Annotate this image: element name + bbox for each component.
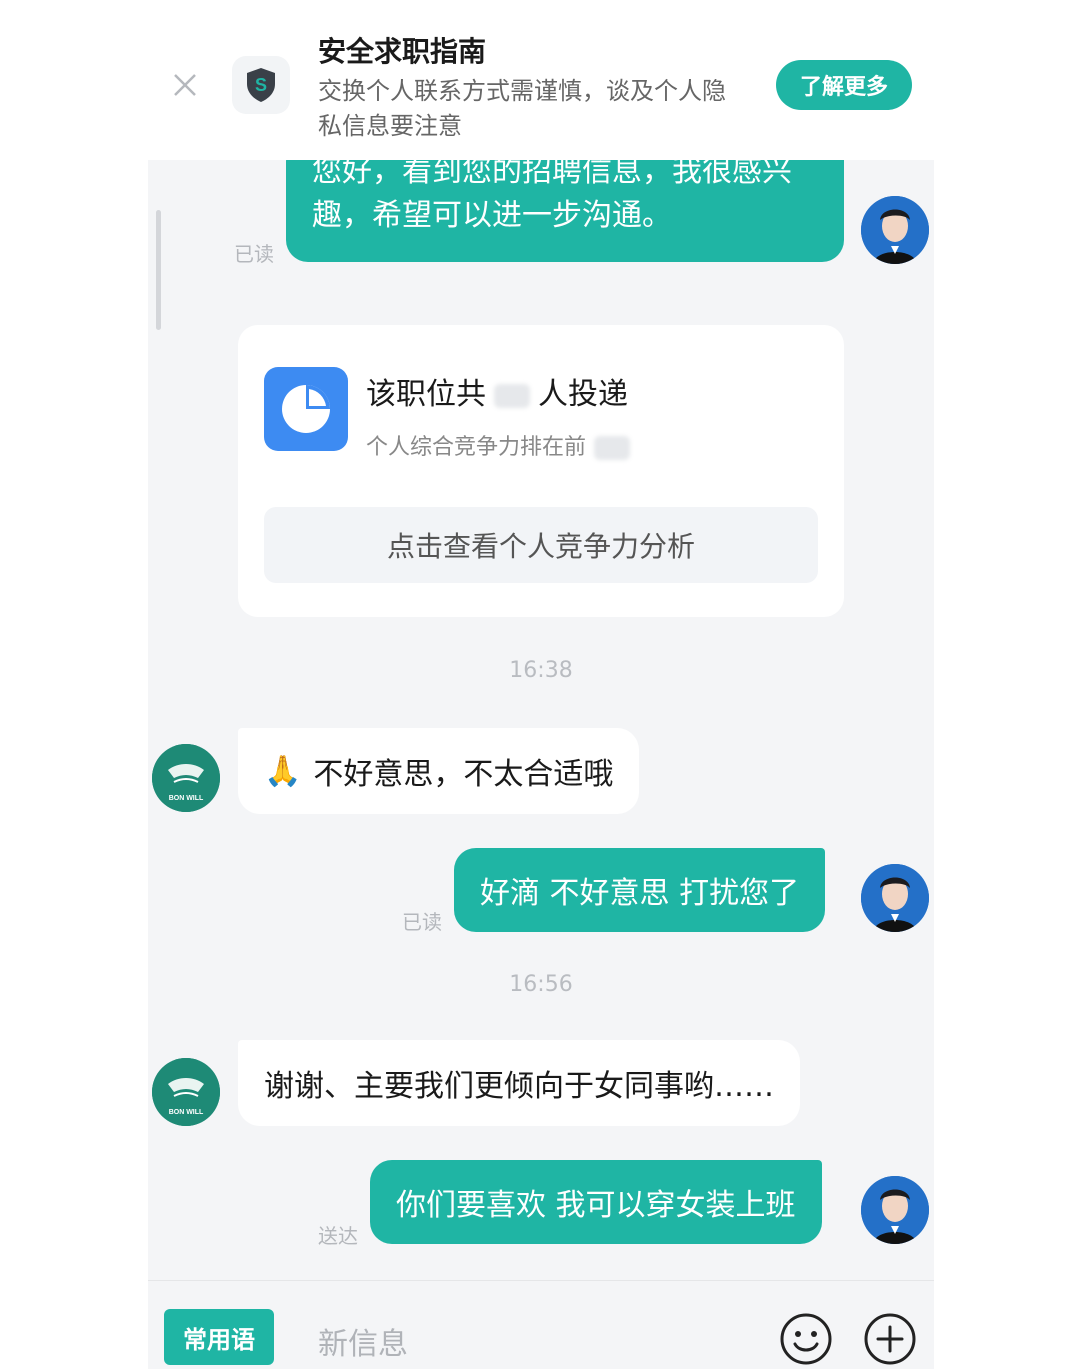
card-title-suffix: 人投递 [538, 377, 628, 412]
smile-icon[interactable] [778, 1311, 834, 1367]
message-bubble-received: 🙏 不好意思，不太合适哦 [238, 728, 640, 814]
avatar[interactable] [861, 864, 929, 932]
learn-more-button[interactable]: 了解更多 [776, 60, 912, 110]
card-subtitle: 个人综合竞争力排在前 [366, 429, 638, 461]
message-bubble-sent: 好滴 不好意思 打扰您了 [454, 848, 826, 932]
delivered-status: 送达 [318, 1224, 358, 1248]
message-text: 不好意思，不太合适哦 [313, 757, 614, 792]
message-bubble-received: 谢谢、主要我们更倾向于女同事哟…… [238, 1040, 800, 1126]
plus-icon[interactable] [862, 1311, 918, 1367]
message-bubble-sent: 你们要喜欢 我可以穿女装上班 [370, 1160, 822, 1244]
pray-emoji-icon: 🙏 [264, 753, 302, 789]
read-status: 已读 [402, 910, 442, 934]
card-title-prefix: 该职位共 [366, 377, 486, 412]
banner-description: 交换个人联系方式需谨慎，谈及个人隐私信息要注意 [318, 77, 726, 140]
blurred-count [494, 383, 530, 408]
close-icon[interactable] [170, 70, 200, 100]
message-input[interactable]: 新信息 [318, 1319, 738, 1363]
hr-avatar[interactable]: BON WILL [152, 1058, 220, 1126]
hr-avatar-text: BON WILL [169, 1109, 204, 1116]
timestamp: 16:38 [509, 658, 573, 683]
svg-text:S: S [255, 75, 267, 95]
competitiveness-analysis-button[interactable]: 点击查看个人竞争力分析 [264, 507, 818, 583]
avatar[interactable] [861, 1176, 929, 1244]
card-subtitle-text: 个人综合竞争力排在前 [366, 435, 587, 460]
message-text: 好滴 不好意思 打扰您了 [480, 876, 800, 911]
timestamp: 16:56 [509, 972, 573, 997]
competitiveness-card: 该职位共 人投递 个人综合竞争力排在前 点击查看个人竞争力分析 [238, 325, 844, 617]
hr-avatar[interactable]: BON WILL [152, 744, 220, 812]
message-bubble-sent: 您好，看到您的招聘信息，我很感兴 趣，希望可以进一步沟通。 [286, 160, 844, 262]
safety-banner: S 安全求职指南 交换个人联系方式需谨慎，谈及个人隐私信息要注意 了解更多 [0, 0, 1080, 160]
message-text: 谢谢、主要我们更倾向于女同事哟…… [264, 1069, 774, 1104]
pie-chart-icon [264, 367, 348, 451]
scrollbar[interactable] [156, 210, 161, 330]
read-status: 已读 [234, 242, 274, 266]
chat-area[interactable]: 您好，看到您的招聘信息，我很感兴 趣，希望可以进一步沟通。 已读 该职位共 人投递… [148, 160, 934, 1280]
hr-avatar-text: BON WILL [169, 795, 204, 802]
shield-icon: S [232, 56, 290, 114]
quick-phrases-button[interactable]: 常用语 [164, 1309, 274, 1365]
message-text: 你们要喜欢 我可以穿女装上班 [396, 1188, 796, 1223]
card-title: 该职位共 人投递 [366, 369, 628, 413]
message-text-line: 趣，希望可以进一步沟通。 [312, 198, 672, 233]
message-text-line: 您好，看到您的招聘信息，我很感兴 [312, 160, 792, 189]
blurred-rank [594, 436, 631, 460]
input-bar: 常用语 新信息 [148, 1280, 934, 1369]
avatar[interactable] [861, 196, 929, 264]
banner-title: 安全求职指南 [318, 35, 487, 68]
